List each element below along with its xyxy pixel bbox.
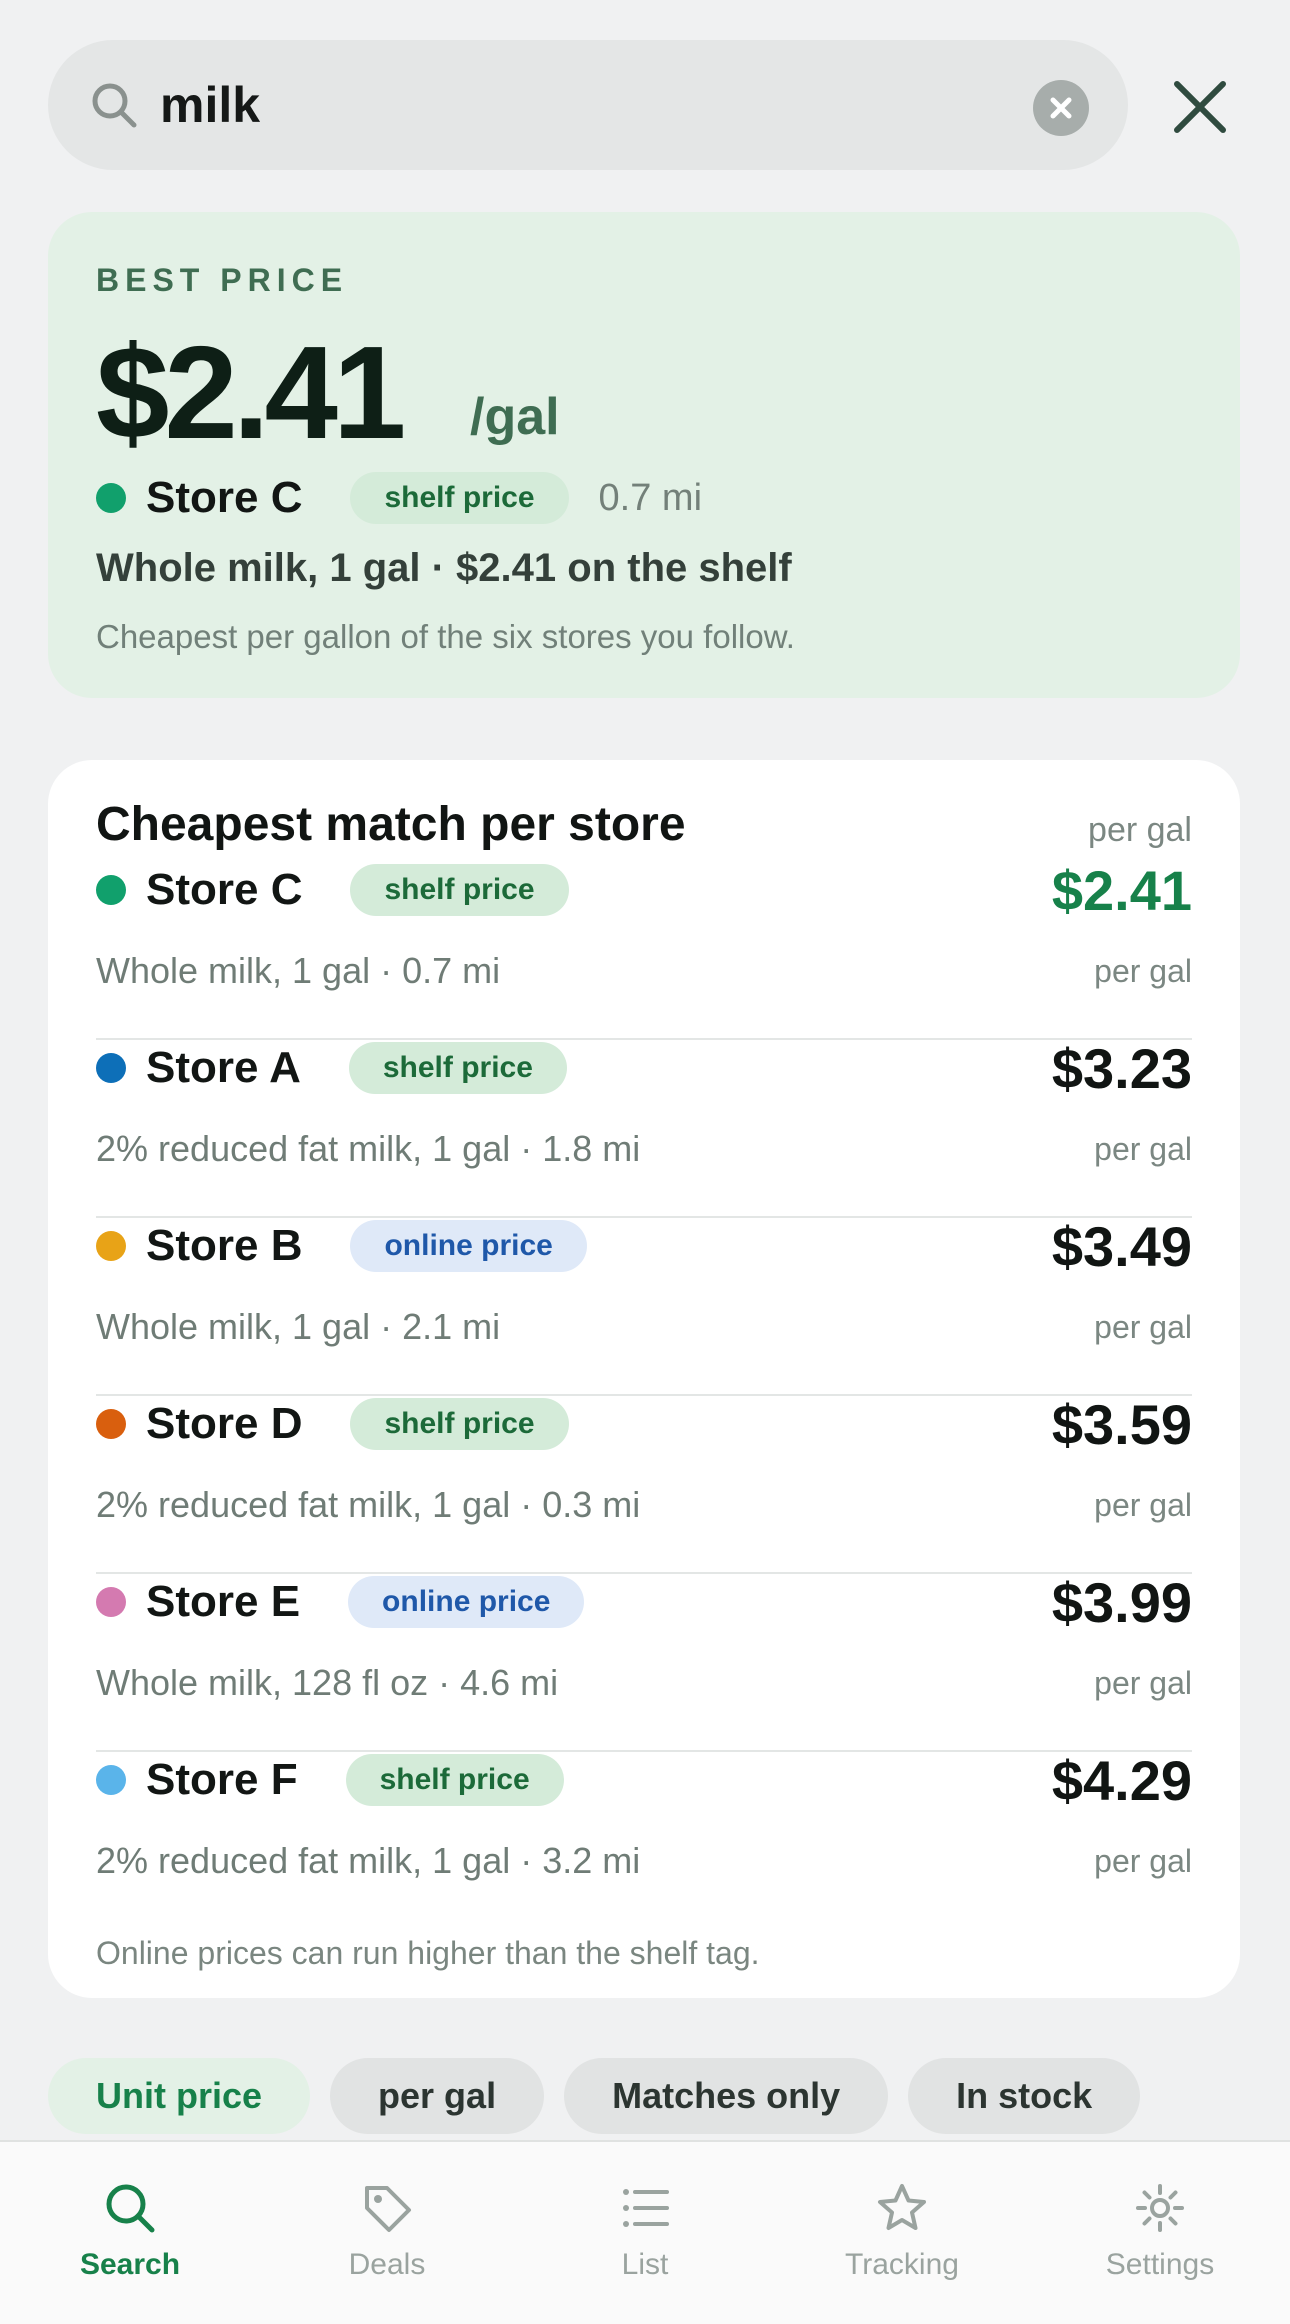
price-type-badge: shelf price: [350, 864, 569, 916]
unit-label: per gal: [1094, 1843, 1192, 1879]
clear-search-button[interactable]: [1033, 80, 1089, 136]
tab-label: Tracking: [845, 2248, 959, 2281]
store-row-header: Store B online price: [96, 1218, 587, 1274]
best-price-note: Cheapest per gallon of the six stores yo…: [96, 618, 795, 655]
tab-search[interactable]: Search: [30, 2180, 230, 2282]
price-type-badge: shelf price: [345, 1754, 564, 1806]
search-icon: [106, 2184, 155, 2233]
price-type-badge: shelf price: [348, 1042, 567, 1094]
tab-bar: Search Deals List Tracking Settings: [0, 2140, 1290, 2324]
best-price-label: BEST PRICE: [96, 262, 349, 298]
unit-price: $4.29: [1051, 1749, 1192, 1812]
product-detail: 2% reduced fat milk, 1 gal · 0.3 mi: [96, 1484, 641, 1525]
filter-chip[interactable]: Matches only: [564, 2058, 889, 2134]
store-color-dot: [96, 1409, 126, 1439]
tab-label: Settings: [1105, 2248, 1215, 2281]
product-detail: Whole milk, 128 fl oz · 4.6 mi: [96, 1662, 559, 1703]
filter-chip[interactable]: per gal: [330, 2058, 545, 2134]
store-color-dot: [96, 1053, 126, 1083]
price-type-badge: shelf price: [350, 1398, 569, 1450]
tab-label: List: [621, 2248, 669, 2281]
store-color-dot: [96, 1231, 126, 1261]
store-price-list: Cheapest match per store per gal Store C…: [48, 760, 1240, 1998]
filter-chip[interactable]: In stock: [908, 2058, 1141, 2134]
tab-label: Search: [79, 2248, 181, 2281]
product-detail: 2% reduced fat milk, 1 gal · 1.8 mi: [96, 1128, 641, 1169]
product-detail: 2% reduced fat milk, 1 gal · 3.2 mi: [96, 1840, 641, 1881]
store-color-dot: [96, 1587, 126, 1617]
store-name: Store A: [146, 1043, 301, 1092]
store-row-header: Store C shelf price: [96, 862, 569, 918]
product-detail: Whole milk, 1 gal · 2.1 mi: [96, 1306, 501, 1347]
tab-deals[interactable]: Deals: [287, 2180, 487, 2282]
unit-label: per gal: [1094, 1665, 1192, 1701]
gear-icon: [1136, 2184, 1184, 2232]
store-color-dot: [96, 1765, 126, 1795]
best-price-unit: /gal: [470, 388, 560, 446]
tag-icon: [365, 2186, 411, 2232]
list-title: Cheapest match per store: [96, 798, 686, 851]
list-unit-header: per gal: [1088, 811, 1192, 849]
store-name: Store F: [146, 1755, 298, 1804]
store-name: Store E: [146, 1577, 301, 1626]
store-row-header: Store F shelf price: [96, 1752, 564, 1808]
unit-price: $3.59: [1051, 1393, 1192, 1456]
clear-icon: [1050, 97, 1072, 119]
store-row-header: Store A shelf price: [96, 1040, 567, 1096]
store-row[interactable]: Store E online price Whole milk, 128 fl oz…: [96, 1571, 1192, 1752]
store-row[interactable]: Store A shelf price 2% reduced fat milk, 1…: [96, 1037, 1192, 1218]
unit-price: $2.41: [1051, 859, 1192, 922]
tab-tracking[interactable]: Tracking: [802, 2180, 1002, 2282]
tab-settings[interactable]: Settings: [1060, 2180, 1260, 2282]
best-price-description: Whole milk, 1 gal · $2.41 on the shelf: [96, 546, 792, 590]
store-color-dot: [96, 875, 126, 905]
best-price-card[interactable]: BEST PRICE $2.41 /gal Store C shelf pric…: [48, 212, 1240, 698]
store-rows: Store C shelf price Whole milk, 1 gal · 0.…: [96, 859, 1192, 1928]
product-detail: Whole milk, 1 gal · 0.7 mi: [96, 950, 501, 991]
search-bar[interactable]: milk: [48, 40, 1128, 170]
star-icon: [878, 2184, 926, 2230]
best-store-distance: 0.7 mi: [598, 476, 703, 519]
price-type-badge: online price: [348, 1576, 585, 1628]
unit-price: $3.99: [1051, 1571, 1192, 1634]
search-icon: [92, 83, 137, 128]
store-name: Store D: [146, 1399, 303, 1448]
unit-label: per gal: [1094, 953, 1192, 989]
unit-price: $3.49: [1051, 1215, 1192, 1278]
store-row[interactable]: Store D shelf price 2% reduced fat milk, 1…: [96, 1393, 1192, 1574]
filter-chip[interactable]: Unit price: [48, 2058, 311, 2134]
best-store-name: Store C: [146, 473, 303, 522]
list-icon: [623, 2189, 669, 2227]
unit-label: per gal: [1094, 1487, 1192, 1523]
store-name: Store B: [146, 1221, 303, 1270]
close-icon: [1174, 81, 1226, 133]
store-row-header: Store E online price: [96, 1574, 585, 1630]
unit-label: per gal: [1094, 1309, 1192, 1345]
price-type-badge: shelf price: [350, 472, 569, 524]
tab-list[interactable]: List: [545, 2180, 745, 2282]
unit-price: $3.23: [1051, 1037, 1192, 1100]
unit-label: per gal: [1094, 1131, 1192, 1167]
store-name: Store C: [146, 865, 303, 914]
best-store-row: Store C shelf price 0.7 mi: [96, 466, 702, 530]
close-search-button[interactable]: [1165, 72, 1235, 142]
search-input[interactable]: milk: [160, 76, 260, 134]
filter-chips: Unit price per gal Matches only In stock: [48, 2058, 1141, 2134]
list-footnote: Online prices can run higher than the sh…: [96, 1935, 760, 1971]
store-row[interactable]: Store B online price Whole milk, 1 gal · 2…: [96, 1215, 1192, 1396]
best-price-value: $2.41: [96, 319, 406, 466]
store-row[interactable]: Store F shelf price 2% reduced fat milk, 1…: [96, 1749, 1192, 1928]
tab-label: Deals: [348, 2248, 426, 2281]
store-color-dot: [96, 483, 126, 513]
store-row-header: Store D shelf price: [96, 1396, 569, 1452]
store-row[interactable]: Store C shelf price Whole milk, 1 gal · 0.…: [96, 859, 1192, 1040]
price-type-badge: online price: [350, 1220, 587, 1272]
